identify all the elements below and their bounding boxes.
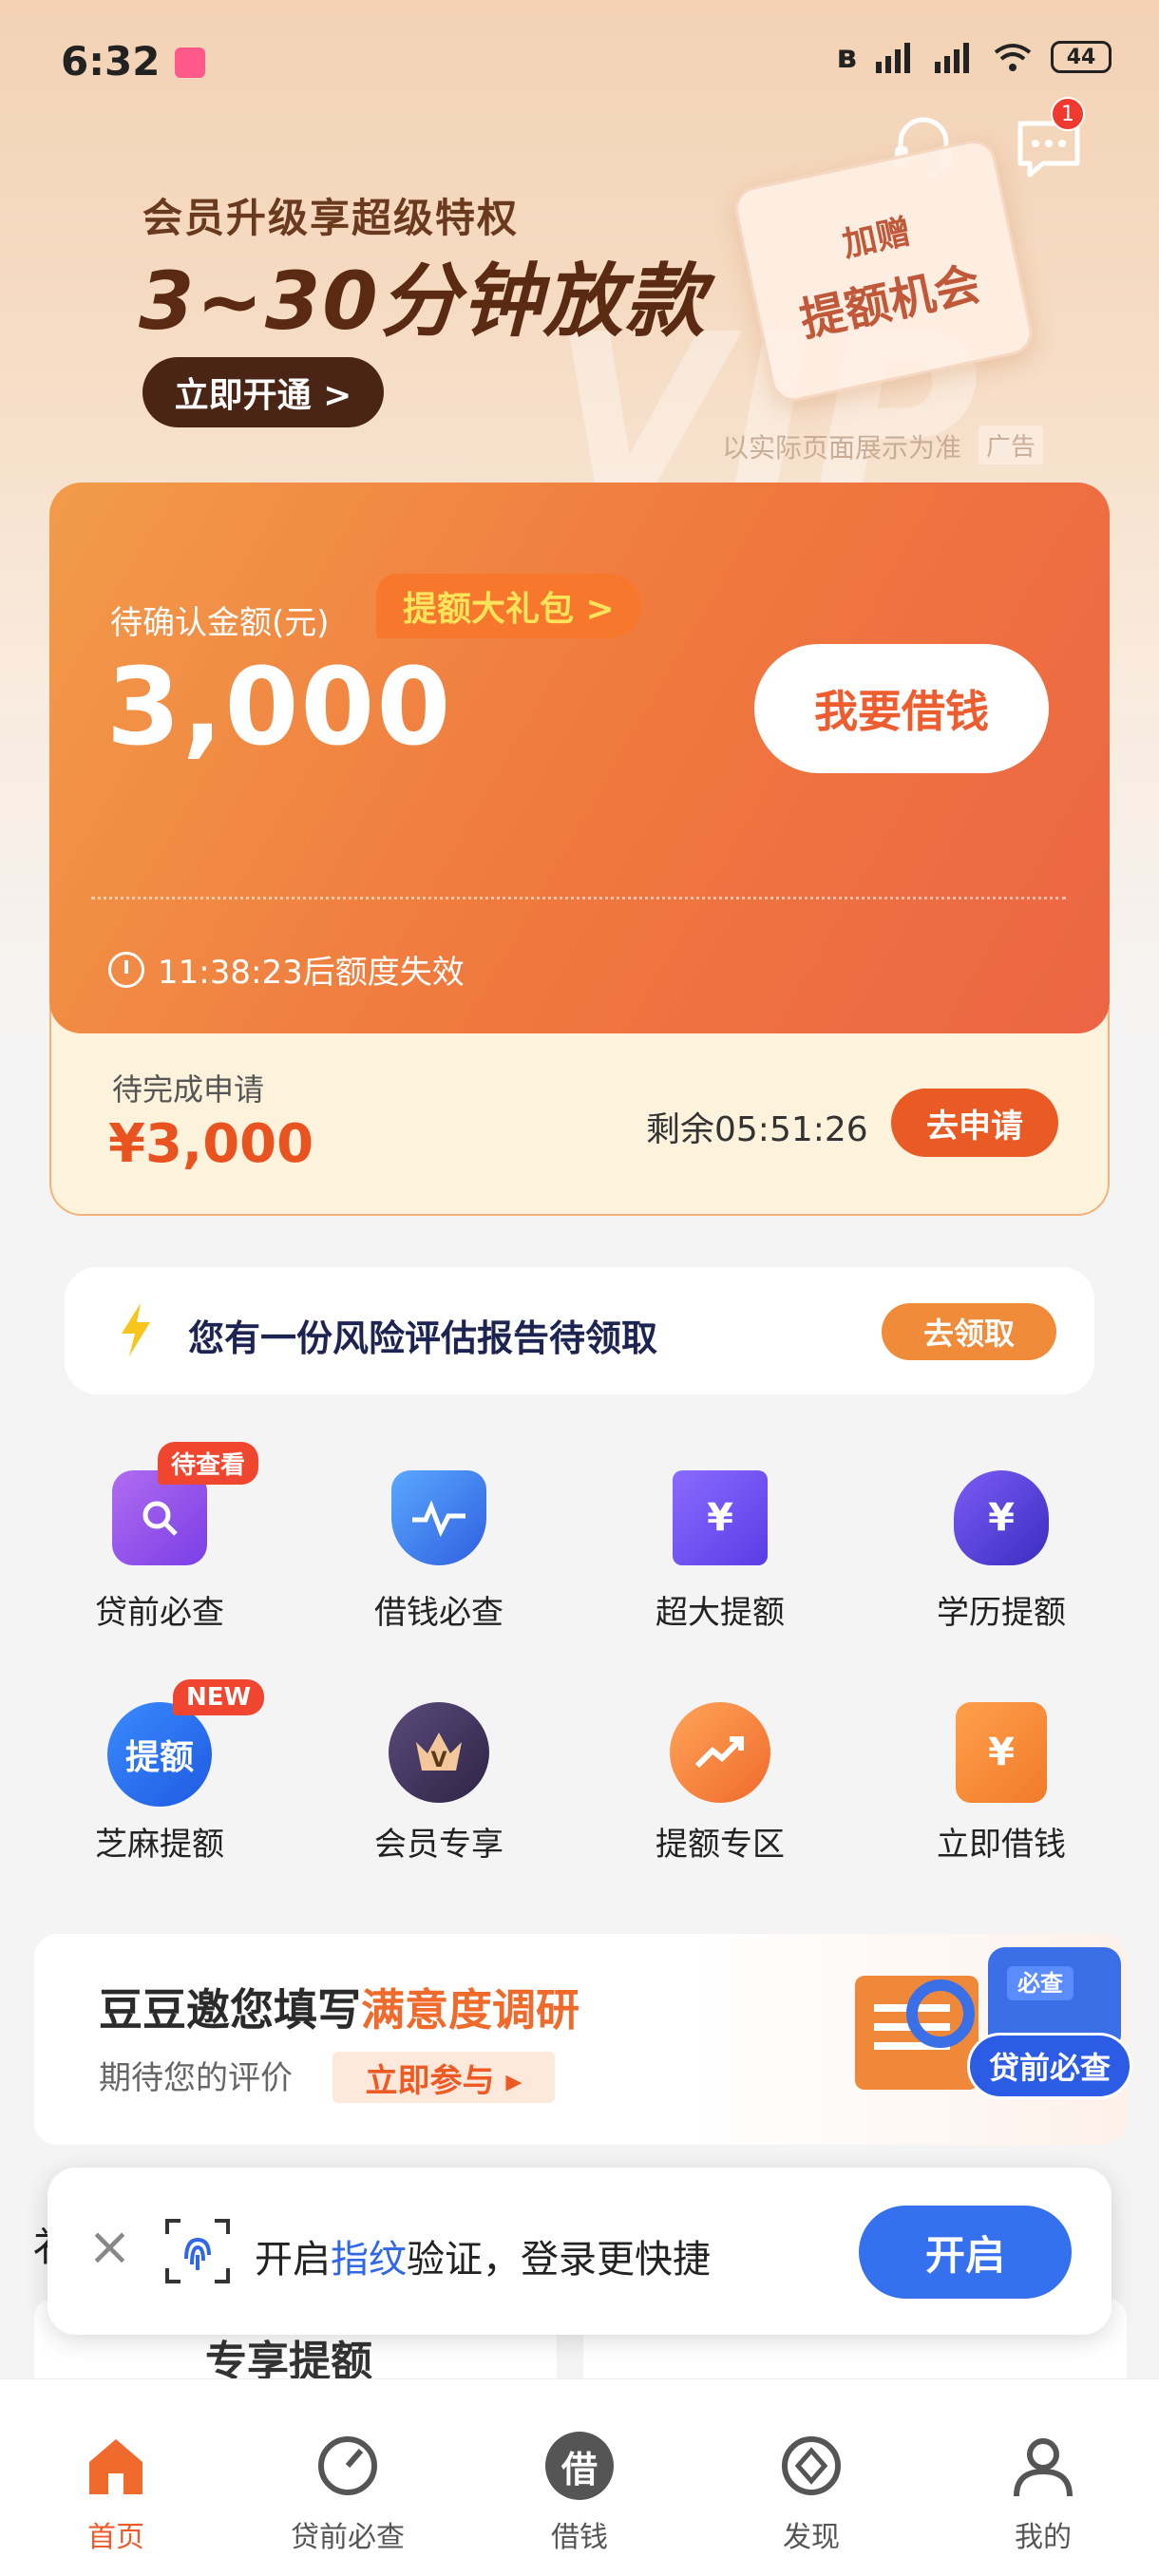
grid-item-sesame-limit[interactable]: 提额 芝麻提额 NEW [55, 1679, 265, 1865]
card-divider [91, 897, 1066, 900]
borrow-icon: 借 [545, 2432, 614, 2500]
signal-icon-2 [935, 43, 969, 73]
home-icon [89, 2439, 142, 2494]
svg-text:V: V [430, 1749, 446, 1772]
search-doc-icon [112, 1470, 207, 1565]
grid-label: 贷前必查 [95, 1594, 224, 1632]
tab-borrow[interactable]: 借 借钱 [484, 2432, 674, 2555]
loan-amount: 3,000 [106, 646, 453, 769]
claim-button[interactable]: 去领取 [882, 1303, 1056, 1360]
banner-note: 以实际页面展示为准 [722, 432, 962, 464]
survey-title-prefix: 豆豆邀您填写 [99, 1984, 361, 2036]
remaining-time: 剩余05:51:26 [646, 1110, 868, 1149]
bonus-card-line1: 加赠 [839, 212, 915, 265]
grid-label: 超大提额 [656, 1594, 785, 1632]
grid-item-pre-loan-check[interactable]: 贷前必查 待查看 [55, 1442, 264, 1633]
new-tag: NEW [173, 1679, 265, 1715]
apply-button[interactable]: 去申请 [891, 1089, 1058, 1157]
bluetooth-icon: ʙ [836, 38, 857, 76]
grid-item-borrow-check[interactable]: 借钱必查 [334, 1470, 543, 1633]
banner-title: 3~30分钟放款 [139, 255, 707, 348]
battery-icon: 44 [1051, 41, 1112, 73]
grid-item-borrow-now[interactable]: ¥ 立即借钱 [897, 1702, 1106, 1865]
gift-pack-tag[interactable]: 提额大礼包 > [376, 574, 641, 638]
grid-item-limit-zone[interactable]: 提额专区 [616, 1702, 825, 1865]
sesame-limit-icon: 提额 [107, 1702, 212, 1807]
pending-label: 待完成申请 [112, 1071, 265, 1108]
loan-amount-label: 待确认金额(元) [110, 604, 330, 642]
survey-subtitle: 期待您的评价 [99, 2059, 293, 2097]
tab-pre-loan-check[interactable]: 贷前必查 [253, 2432, 443, 2555]
join-survey-button[interactable]: 立即参与 ▸ [332, 2052, 555, 2103]
graduation-cap-icon: ¥ [954, 1470, 1049, 1565]
fingerprint-icon [165, 2219, 230, 2283]
red-envelope-icon: ¥ [956, 1702, 1047, 1803]
message-badge: 1 [1051, 97, 1085, 131]
gauge-icon [318, 2436, 377, 2495]
pre-loan-check-tag[interactable]: 贷前必查 [967, 2033, 1133, 2099]
enable-fingerprint-button[interactable]: 开启 [859, 2206, 1072, 2299]
to-view-tag: 待查看 [158, 1442, 259, 1485]
pending-amount: ¥3,000 [108, 1113, 314, 1175]
survey-title: 豆豆邀您填写满意度调研 [99, 1976, 580, 2038]
wifi-icon [994, 44, 1032, 71]
grid-label: 借钱必查 [374, 1594, 504, 1632]
grid-item-big-limit[interactable]: ¥ 超大提额 [616, 1470, 825, 1633]
bonus-card-line2: 提额机会 [795, 256, 985, 348]
fingerprint-text: 开启指纹验证，登录更快捷 [255, 2228, 711, 2283]
tab-label: 贷前必查 [291, 2521, 405, 2554]
toast-text-highlight: 指纹 [331, 2238, 407, 2282]
compass-icon [782, 2436, 841, 2495]
risk-report-text: 您有一份风险评估报告待领取 [188, 1317, 658, 1359]
grid-label: 提额专区 [656, 1826, 785, 1864]
tab-home[interactable]: 首页 [21, 2432, 211, 2555]
toast-text-prefix: 开启 [255, 2238, 331, 2282]
expire-text: 11:38:23后额度失效 [158, 954, 465, 992]
trend-up-icon [670, 1702, 770, 1803]
ad-tag: 广告 [978, 426, 1044, 464]
grid-label: 会员专享 [374, 1826, 504, 1864]
banner-subtitle: 会员升级享超级特权 [142, 195, 520, 241]
tab-mine[interactable]: 我的 [948, 2432, 1138, 2555]
toast-text-suffix: 验证，登录更快捷 [407, 2238, 711, 2282]
close-icon[interactable]: × [87, 2221, 132, 2274]
tab-label: 首页 [87, 2521, 144, 2554]
lightning-icon [122, 1303, 150, 1356]
activate-button[interactable]: 立即开通 > [142, 357, 384, 427]
grid-label: 立即借钱 [937, 1826, 1066, 1864]
notification-app-icon [175, 47, 205, 78]
grid-item-education-limit[interactable]: ¥ 学历提额 [897, 1470, 1106, 1633]
survey-title-highlight: 满意度调研 [361, 1984, 580, 2036]
survey-art-small-text: 必查 [1017, 1970, 1063, 1997]
user-icon [1014, 2438, 1073, 2497]
expire-row: 11:38:23后额度失效 [108, 946, 465, 993]
borrow-button[interactable]: 我要借钱 [754, 644, 1049, 773]
clock-icon [108, 951, 144, 988]
shield-pulse-icon [391, 1470, 486, 1565]
tab-label: 我的 [1015, 2521, 1072, 2554]
signal-icon [876, 43, 910, 73]
status-time: 6:32 [61, 38, 161, 85]
gift-box-icon: ¥ [673, 1470, 768, 1565]
crown-v-icon: V [389, 1702, 489, 1803]
grid-label: 芝麻提额 [95, 1826, 224, 1864]
tab-label: 借钱 [551, 2521, 608, 2554]
tab-discover[interactable]: 发现 [716, 2432, 906, 2555]
grid-item-member-exclusive[interactable]: V 会员专享 [334, 1702, 543, 1865]
grid-label: 学历提额 [937, 1594, 1066, 1632]
tab-label: 发现 [783, 2521, 840, 2554]
status-icons: ʙ 44 [836, 38, 1112, 76]
